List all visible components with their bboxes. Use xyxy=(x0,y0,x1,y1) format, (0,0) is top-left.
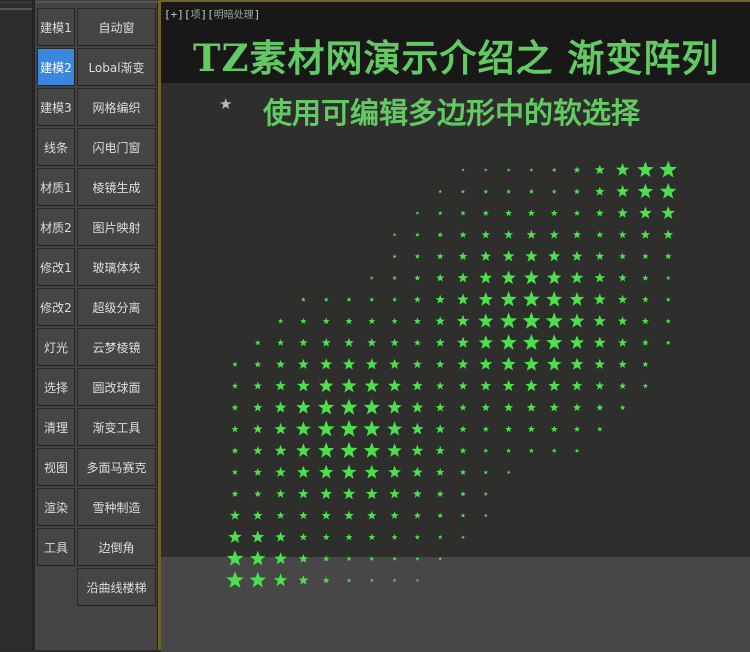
tool-button[interactable]: 沿曲线楼梯 xyxy=(77,568,156,606)
tool-button[interactable]: 网格编织 xyxy=(77,88,156,126)
category-button[interactable]: 材质2 xyxy=(37,208,75,246)
tool-button[interactable]: Lobal渐变 xyxy=(77,48,156,86)
category-button[interactable]: 灯光 xyxy=(37,328,75,366)
tool-button[interactable]: 自动窗 xyxy=(77,8,156,46)
demo-title: TZ素材网演示介绍之 渐变阵列 xyxy=(193,36,720,80)
star-icon: ★ xyxy=(219,95,233,113)
viewport[interactable]: [+][项][明暗处理] TZ素材网演示介绍之 渐变阵列 ★ 使用可编辑多边形中… xyxy=(161,0,750,652)
category-button[interactable]: 视图 xyxy=(37,448,75,486)
category-button[interactable]: 线条 xyxy=(37,128,75,166)
tool-button[interactable]: 闪电门窗 xyxy=(77,128,156,166)
category-button[interactable]: 修改1 xyxy=(37,248,75,286)
viewport-shading-label[interactable]: 明暗处理 xyxy=(214,10,254,21)
dock-handle[interactable] xyxy=(0,2,32,10)
category-button[interactable]: 渲染 xyxy=(37,488,75,526)
tool-button[interactable]: 圆改球面 xyxy=(77,368,156,406)
tool-button[interactable]: 图片映射 xyxy=(77,208,156,246)
category-button[interactable]: 工具 xyxy=(37,528,75,566)
demo-subtitle: 使用可编辑多边形中的软选择 xyxy=(263,96,641,130)
category-button[interactable]: 选择 xyxy=(37,368,75,406)
viewport-label[interactable]: [+][项][明暗处理] xyxy=(164,6,260,21)
tool-button[interactable]: 云梦棱镜 xyxy=(77,328,156,366)
tool-button[interactable]: 玻璃体块 xyxy=(77,248,156,286)
category-button[interactable]: 建模1 xyxy=(37,8,75,46)
category-button[interactable]: 清理 xyxy=(37,408,75,446)
tool-button[interactable]: 渐变工具 xyxy=(77,408,156,446)
category-button[interactable]: 修改2 xyxy=(37,288,75,326)
tool-button[interactable]: 超级分离 xyxy=(77,288,156,326)
left-dock-strip xyxy=(0,0,33,650)
viewport-menu-plus[interactable]: [+] xyxy=(164,8,184,21)
category-button[interactable]: 材质1 xyxy=(37,168,75,206)
viewport-view-label[interactable]: 项 xyxy=(191,10,201,21)
ground-plane xyxy=(161,557,750,652)
tool-button[interactable]: 边倒角 xyxy=(77,528,156,566)
category-button[interactable]: 建模3 xyxy=(37,88,75,126)
tool-button[interactable]: 棱镜生成 xyxy=(77,168,156,206)
category-button[interactable]: 建模2 xyxy=(37,48,75,86)
panel-divider xyxy=(35,1,159,3)
tool-button[interactable]: 雪种制造 xyxy=(77,488,156,526)
tool-panel: 建模1 建模2 建模3 线条 材质1 材质2 修改1 修改2 灯光 选择 清理 视图 渲染 工具 自动窗 Lo… xyxy=(34,0,159,650)
tool-button[interactable]: 多面马赛克 xyxy=(77,448,156,486)
